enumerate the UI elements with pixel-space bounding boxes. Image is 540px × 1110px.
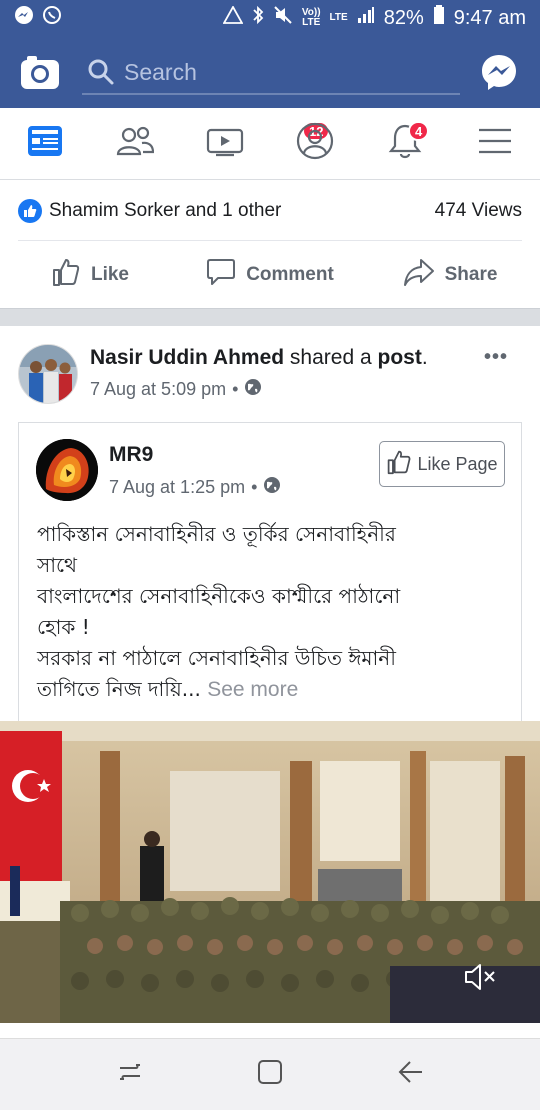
post-timestamp[interactable]: 7 Aug at 5:09 pm bbox=[90, 379, 226, 400]
page-avatar[interactable] bbox=[36, 439, 98, 501]
more-options-button[interactable]: ••• bbox=[484, 346, 508, 369]
post-text-line: হোক ! bbox=[37, 615, 90, 639]
page-name[interactable]: MR9 bbox=[109, 443, 153, 467]
comment-icon bbox=[206, 257, 236, 293]
like-button[interactable]: Like bbox=[0, 242, 180, 308]
reaction-summary[interactable]: Shamim Sorker and 1 other 474 Views bbox=[18, 181, 522, 241]
nav-tabs: 12 4 bbox=[0, 108, 540, 180]
see-more-link[interactable]: See more bbox=[207, 678, 298, 701]
watch-video-icon bbox=[206, 125, 244, 162]
app-bar bbox=[0, 36, 540, 108]
recent-apps-icon[interactable] bbox=[116, 1058, 144, 1091]
tab-profile[interactable] bbox=[270, 108, 360, 179]
muted-speaker-icon[interactable] bbox=[462, 959, 498, 1000]
post-link[interactable]: post bbox=[378, 346, 422, 369]
post-text: পাকিস্তান সেনাবাহিনীর ও তূর্কির সেনাবাহি… bbox=[37, 519, 507, 705]
post-text-line: তাগিতে নিজ দায়ি... bbox=[37, 677, 201, 701]
battery-percent: 82% bbox=[383, 6, 424, 29]
clock: 9:47 am bbox=[453, 6, 526, 29]
shared-timestamp[interactable]: 7 Aug at 1:25 pm bbox=[109, 477, 245, 498]
post-text-line: সরকার না পাঠালে সেনাবাহিনীর উচিত ঈমানী bbox=[37, 646, 396, 670]
liked-by-text: Shamim Sorker and 1 other bbox=[49, 199, 282, 221]
comment-label: Comment bbox=[246, 264, 334, 285]
mute-status-icon bbox=[273, 5, 293, 31]
thumbs-up-icon bbox=[386, 449, 412, 480]
status-bar: Vo)) LTE LTE 82% 9:47 am bbox=[0, 0, 540, 36]
author-name[interactable]: Nasir Uddin Ahmed bbox=[90, 346, 284, 369]
tab-menu[interactable] bbox=[450, 108, 540, 179]
card-bottom bbox=[0, 1023, 540, 1039]
views-count: 474 Views bbox=[434, 199, 522, 221]
comment-button[interactable]: Comment bbox=[180, 242, 360, 308]
post-header: Nasir Uddin Ahmed shared a post. 7 Aug a… bbox=[0, 326, 540, 418]
profile-icon bbox=[296, 122, 334, 165]
battery-icon bbox=[433, 5, 445, 31]
volte-indicator: Vo)) LTE bbox=[301, 7, 321, 28]
share-label: Share bbox=[444, 264, 498, 285]
bluetooth-icon bbox=[252, 5, 264, 31]
share-button[interactable]: Share bbox=[360, 242, 540, 308]
notifications-badge: 4 bbox=[408, 121, 430, 141]
data-saver-icon bbox=[222, 5, 244, 30]
like-page-label: Like Page bbox=[417, 453, 498, 474]
shared-post-card[interactable]: MR9 7 Aug at 1:25 pm • Like Page পাকিস্ত… bbox=[18, 422, 522, 722]
post-actions: Like Comment Share bbox=[0, 242, 540, 308]
avatar[interactable] bbox=[18, 344, 78, 404]
post-text-line: বাংলাদেশের সেনাবাহিনীকেও কাশ্মীরে পাঠানো bbox=[37, 584, 401, 608]
globe-icon bbox=[263, 476, 281, 499]
back-arrow-icon[interactable] bbox=[396, 1058, 424, 1091]
search-input[interactable] bbox=[124, 58, 424, 86]
search-bar[interactable] bbox=[82, 51, 460, 95]
shared-text: shared a bbox=[289, 346, 372, 369]
share-arrow-icon bbox=[403, 257, 435, 293]
tab-notifications[interactable]: 4 bbox=[360, 108, 450, 179]
lte-indicator: LTE bbox=[329, 12, 348, 23]
messenger-icon[interactable] bbox=[480, 53, 518, 91]
whatsapp-notification-icon bbox=[42, 5, 62, 31]
like-reaction-icon bbox=[18, 198, 42, 223]
post-text-line: সাথে bbox=[37, 553, 78, 577]
video-player[interactable] bbox=[0, 721, 540, 1023]
like-page-button[interactable]: Like Page bbox=[379, 441, 505, 487]
thumbs-up-icon bbox=[51, 257, 81, 293]
hamburger-menu-icon bbox=[478, 127, 512, 160]
friends-icon bbox=[116, 126, 155, 161]
globe-icon bbox=[244, 378, 262, 401]
like-label: Like bbox=[90, 264, 130, 285]
signal-icon bbox=[357, 6, 375, 30]
tab-news-feed[interactable] bbox=[0, 108, 90, 179]
post-text-line: পাকিস্তান সেনাবাহিনীর ও তূর্কির সেনাবাহি… bbox=[37, 522, 396, 546]
video-frame bbox=[0, 721, 540, 1023]
feed-separator bbox=[0, 308, 540, 326]
tab-watch[interactable]: 12 bbox=[180, 108, 331, 179]
post-title: Nasir Uddin Ahmed shared a post. bbox=[90, 346, 428, 369]
tab-friends[interactable] bbox=[90, 108, 180, 179]
home-icon[interactable] bbox=[256, 1058, 284, 1091]
shared-meta: 7 Aug at 1:25 pm • bbox=[109, 476, 281, 499]
messenger-notification-icon bbox=[14, 5, 34, 31]
search-icon bbox=[86, 57, 116, 87]
camera-icon[interactable] bbox=[20, 54, 60, 90]
system-nav-bar bbox=[0, 1039, 540, 1110]
post-meta: 7 Aug at 5:09 pm • bbox=[90, 378, 262, 401]
news-feed-icon bbox=[27, 125, 63, 162]
